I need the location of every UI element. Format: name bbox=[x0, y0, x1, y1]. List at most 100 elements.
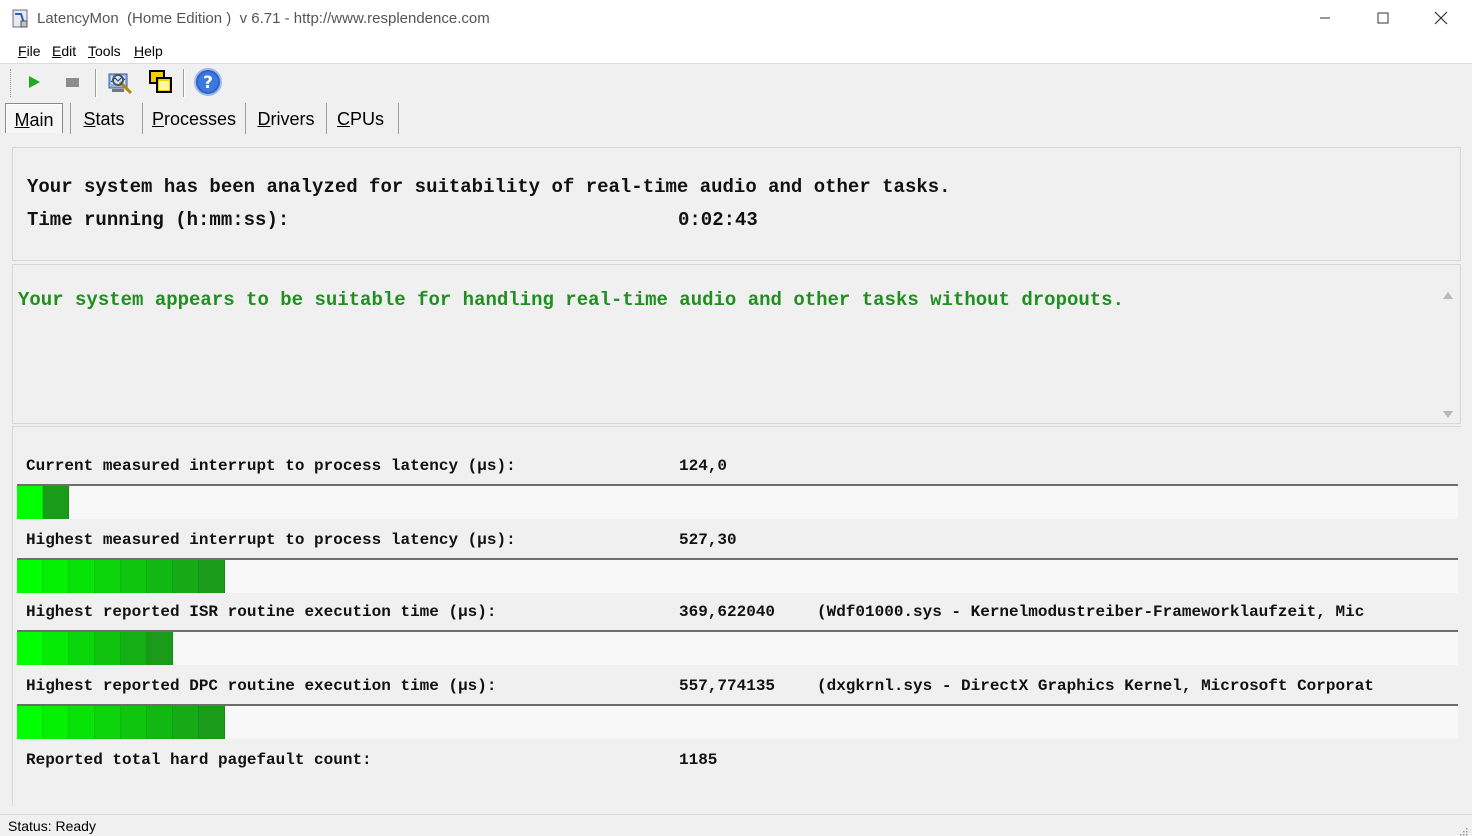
minimize-button[interactable] bbox=[1296, 0, 1354, 38]
menu-edit-label: dit bbox=[61, 43, 77, 59]
status-bar: Status: Ready bbox=[0, 814, 1472, 836]
menu-help-label: elp bbox=[144, 43, 163, 59]
maximize-icon bbox=[1377, 11, 1389, 27]
tab-separator bbox=[398, 103, 399, 134]
tab-separator bbox=[326, 103, 327, 134]
menu-help[interactable]: Help bbox=[134, 43, 163, 59]
tab-stats-accelerator: S bbox=[83, 109, 96, 129]
tab-main[interactable]: Main bbox=[5, 103, 63, 133]
metric-label: Highest measured interrupt to process la… bbox=[26, 531, 516, 549]
bar-segment bbox=[199, 560, 225, 593]
time-running-value: 0:02:43 bbox=[678, 209, 758, 231]
menu-file-label: ile bbox=[26, 43, 41, 59]
start-button[interactable] bbox=[19, 68, 49, 98]
close-icon bbox=[1434, 11, 1448, 28]
latency-bar bbox=[17, 484, 1458, 519]
bar-segment bbox=[95, 560, 121, 593]
tab-separator bbox=[245, 103, 246, 134]
tab-main-accelerator: M bbox=[14, 110, 30, 130]
latency-bar-fill bbox=[17, 560, 225, 593]
metric-value: 124,0 bbox=[679, 457, 728, 475]
bar-segment bbox=[95, 632, 121, 665]
time-running-label: Time running (h:mm:ss): bbox=[27, 209, 290, 231]
bar-segment bbox=[43, 706, 69, 739]
tab-main-label: ain bbox=[29, 110, 54, 130]
latency-bar bbox=[17, 704, 1458, 739]
bar-segment bbox=[17, 486, 43, 519]
menu-edit-accelerator: E bbox=[52, 43, 62, 59]
metric-value: 557,774135 bbox=[679, 677, 776, 695]
latency-bar bbox=[17, 630, 1458, 665]
scroll-down-arrow-icon[interactable] bbox=[1443, 411, 1453, 418]
verdict-scrollbar[interactable] bbox=[1438, 265, 1460, 423]
tab-stats-label: tats bbox=[95, 109, 125, 129]
bar-segment bbox=[199, 706, 225, 739]
stop-icon bbox=[64, 74, 80, 93]
metric-detail: (Wdf01000.sys - Kernelmodustreiber-Frame… bbox=[817, 603, 1365, 621]
tab-stats[interactable]: Stats bbox=[78, 103, 130, 133]
verdict-text: Your system appears to be suitable for h… bbox=[18, 289, 1124, 311]
tab-drivers-accelerator: D bbox=[257, 109, 271, 129]
scroll-up-arrow-icon[interactable] bbox=[1443, 292, 1453, 299]
pagefault-label: Reported total hard pagefault count: bbox=[26, 751, 372, 769]
latency-bar bbox=[17, 558, 1458, 593]
latency-bar-fill bbox=[17, 486, 69, 519]
toolbar: ? bbox=[0, 65, 1472, 101]
minimize-icon bbox=[1319, 11, 1331, 27]
bar-segment bbox=[95, 706, 121, 739]
bar-segment bbox=[121, 560, 147, 593]
verdict-panel: Your system appears to be suitable for h… bbox=[12, 264, 1461, 424]
menu-tools-accelerator: T bbox=[88, 43, 95, 59]
bar-segment bbox=[69, 632, 95, 665]
latency-bar-fill bbox=[17, 706, 225, 739]
help-icon: ? bbox=[193, 67, 223, 100]
bar-segment bbox=[17, 560, 43, 593]
bar-segment bbox=[173, 560, 199, 593]
title-bar: LatencyMon (Home Edition ) v 6.71 - http… bbox=[0, 0, 1472, 38]
metrics-panel: Current measured interrupt to process la… bbox=[12, 426, 1461, 806]
status-text: Status: Ready bbox=[8, 818, 96, 834]
tab-processes-label: rocesses bbox=[163, 109, 237, 129]
analyze-button[interactable] bbox=[105, 68, 135, 98]
menu-edit[interactable]: Edit bbox=[52, 43, 76, 59]
resize-grip-icon[interactable] bbox=[1458, 823, 1468, 836]
menu-tools[interactable]: Tools bbox=[88, 43, 121, 59]
tab-separator bbox=[142, 103, 143, 134]
tab-processes[interactable]: Processes bbox=[150, 103, 238, 133]
tab-separator bbox=[70, 103, 71, 134]
help-button[interactable]: ? bbox=[193, 67, 223, 100]
metric-value: 527,30 bbox=[679, 531, 737, 549]
app-icon bbox=[12, 9, 30, 29]
summary-panel: Your system has been analyzed for suitab… bbox=[12, 147, 1461, 261]
maximize-button[interactable] bbox=[1354, 0, 1412, 38]
bar-segment bbox=[147, 706, 173, 739]
tab-processes-accelerator: P bbox=[151, 109, 164, 129]
bar-segment bbox=[17, 632, 43, 665]
menu-file-accelerator: F bbox=[18, 43, 27, 59]
pagefault-value: 1185 bbox=[679, 751, 718, 769]
close-button[interactable] bbox=[1412, 0, 1470, 38]
metric-value: 369,622040 bbox=[679, 603, 776, 621]
stop-button[interactable] bbox=[57, 68, 87, 98]
bar-segment bbox=[43, 560, 69, 593]
menu-help-accelerator: H bbox=[134, 43, 145, 59]
toolbar-separator bbox=[95, 69, 97, 97]
tab-cpus-label: PUs bbox=[349, 109, 384, 129]
analyzed-text: Your system has been analyzed for suitab… bbox=[27, 176, 951, 198]
bar-segment bbox=[121, 632, 147, 665]
tab-cpus[interactable]: CPUs bbox=[333, 103, 388, 133]
bar-segment bbox=[147, 560, 173, 593]
menu-bar: File Edit Tools Help bbox=[0, 38, 1472, 64]
tab-drivers[interactable]: Drivers bbox=[253, 103, 319, 133]
bar-segment bbox=[43, 632, 69, 665]
bar-segment bbox=[17, 706, 43, 739]
window-button[interactable] bbox=[146, 68, 176, 98]
menu-file[interactable]: File bbox=[18, 43, 41, 59]
metric-detail: (dxgkrnl.sys - DirectX Graphics Kernel, … bbox=[817, 677, 1374, 695]
svg-text:?: ? bbox=[203, 73, 213, 93]
toolbar-grip[interactable] bbox=[10, 69, 12, 97]
menu-tools-label: ools bbox=[95, 43, 121, 59]
tab-cpus-accelerator: C bbox=[336, 109, 350, 129]
latency-bar-fill bbox=[17, 632, 173, 665]
bar-segment bbox=[69, 560, 95, 593]
